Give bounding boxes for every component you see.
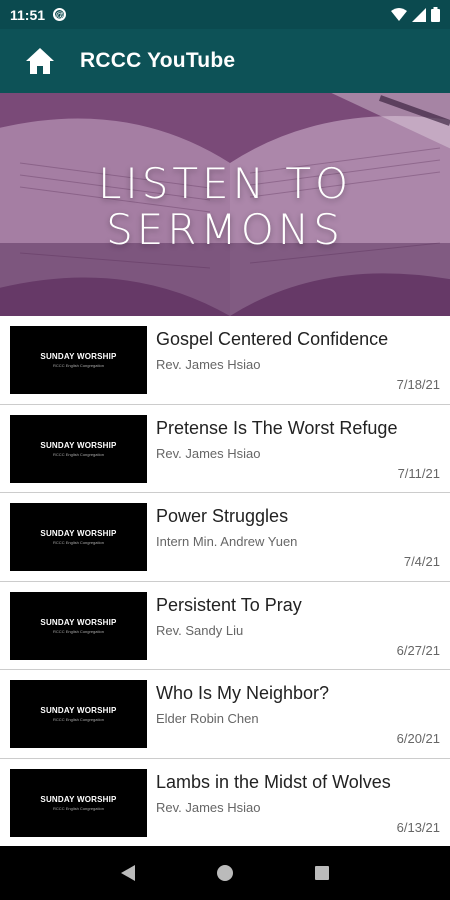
- sermon-title: Who Is My Neighbor?: [156, 683, 330, 703]
- thumbnail-title: SUNDAY WORSHIP: [40, 529, 117, 538]
- sermon-date: 7/11/21: [397, 465, 440, 481]
- thumbnail-subtitle: RCCC English Congregation: [53, 805, 104, 811]
- sermon-speaker: Rev. James Hsiao: [156, 799, 261, 815]
- sermon-date: 7/18/21: [396, 377, 440, 392]
- thumbnail-subtitle: RCCC English Congregation: [53, 363, 104, 368]
- system-nav-bar: [0, 846, 450, 900]
- home-icon: [26, 48, 54, 74]
- notification-icon: @: [53, 8, 67, 21]
- thumbnail-subtitle: RCCC English Congregation: [53, 540, 104, 545]
- recents-button[interactable]: [312, 863, 332, 883]
- battery-icon: [431, 7, 440, 22]
- sermon-speaker: Rev. James Hsiao: [156, 445, 261, 461]
- sermon-list: SUNDAY WORSHIP RCCC English Congregation…: [0, 316, 450, 847]
- sermon-item[interactable]: SUNDAY WORSHIP RCCC English Congregation…: [0, 758, 450, 847]
- sermon-title: Persistent To Pray: [156, 594, 302, 615]
- sermon-date: 6/20/21: [396, 731, 440, 746]
- sermon-item[interactable]: SUNDAY WORSHIP RCCC English Congregation…: [0, 581, 450, 670]
- thumbnail-title: SUNDAY WORSHIP: [40, 440, 117, 450]
- thumbnail-title: SUNDAY WORSHIP: [40, 352, 117, 361]
- thumbnail-subtitle: RCCC English Congregation: [53, 628, 104, 634]
- home-nav-button[interactable]: [215, 863, 235, 883]
- sermon-speaker: Rev. Sandy Liu: [156, 622, 244, 638]
- circle-icon: [216, 865, 233, 881]
- back-button[interactable]: [118, 863, 138, 883]
- thumbnail-subtitle: RCCC English Congregation: [53, 717, 104, 722]
- sermon-title: Power Struggles: [156, 506, 289, 526]
- sermon-date: 6/13/21: [396, 819, 440, 835]
- sermon-speaker: Elder Robin Chen: [156, 711, 259, 726]
- sermon-speaker: Intern Min. Andrew Yuen: [156, 534, 298, 549]
- sermon-title: Gospel Centered Confidence: [156, 329, 389, 349]
- thumbnail-title: SUNDAY WORSHIP: [40, 617, 117, 627]
- sermons-banner: LISTEN TO SERMONS: [0, 93, 450, 316]
- back-icon: [121, 865, 136, 881]
- thumbnail-title: SUNDAY WORSHIP: [40, 706, 117, 715]
- video-thumbnail: SUNDAY WORSHIP RCCC English Congregation: [10, 768, 147, 837]
- sermon-date: 7/4/21: [403, 554, 440, 569]
- thumbnail-title: SUNDAY WORSHIP: [40, 794, 117, 804]
- video-thumbnail: SUNDAY WORSHIP RCCC English Congregation: [10, 326, 147, 394]
- sermon-title: Pretense Is The Worst Refuge: [156, 417, 398, 438]
- sermon-item[interactable]: SUNDAY WORSHIP RCCC English Congregation…: [0, 493, 450, 582]
- video-thumbnail: SUNDAY WORSHIP RCCC English Congregation: [10, 591, 147, 660]
- video-thumbnail: SUNDAY WORSHIP RCCC English Congregation: [10, 503, 147, 571]
- app-bar: RCCC YouTube: [0, 29, 450, 93]
- video-thumbnail: SUNDAY WORSHIP RCCC English Congregation: [10, 680, 147, 748]
- banner-heading-line2: SERMONS: [106, 205, 344, 254]
- banner-heading-line1: LISTEN TO: [97, 159, 353, 208]
- sermon-title: Lambs in the Midst of Wolves: [156, 771, 391, 792]
- thumbnail-subtitle: RCCC English Congregation: [53, 451, 104, 457]
- status-time: 11:51: [10, 6, 46, 23]
- signal-icon: [412, 7, 426, 22]
- sermon-item[interactable]: SUNDAY WORSHIP RCCC English Congregation…: [0, 316, 450, 405]
- sermon-item[interactable]: SUNDAY WORSHIP RCCC English Congregation…: [0, 670, 450, 759]
- sermon-item[interactable]: SUNDAY WORSHIP RCCC English Congregation…: [0, 404, 450, 493]
- square-icon: [314, 866, 329, 880]
- wifi-icon: [391, 7, 407, 21]
- home-button[interactable]: [0, 29, 80, 93]
- status-bar: 11:51 @: [0, 0, 450, 29]
- video-thumbnail: SUNDAY WORSHIP RCCC English Congregation: [10, 414, 147, 483]
- sermon-date: 6/27/21: [396, 642, 440, 658]
- status-icons: [391, 7, 440, 22]
- app-title: RCCC YouTube: [80, 49, 236, 72]
- sermon-speaker: Rev. James Hsiao: [156, 357, 261, 372]
